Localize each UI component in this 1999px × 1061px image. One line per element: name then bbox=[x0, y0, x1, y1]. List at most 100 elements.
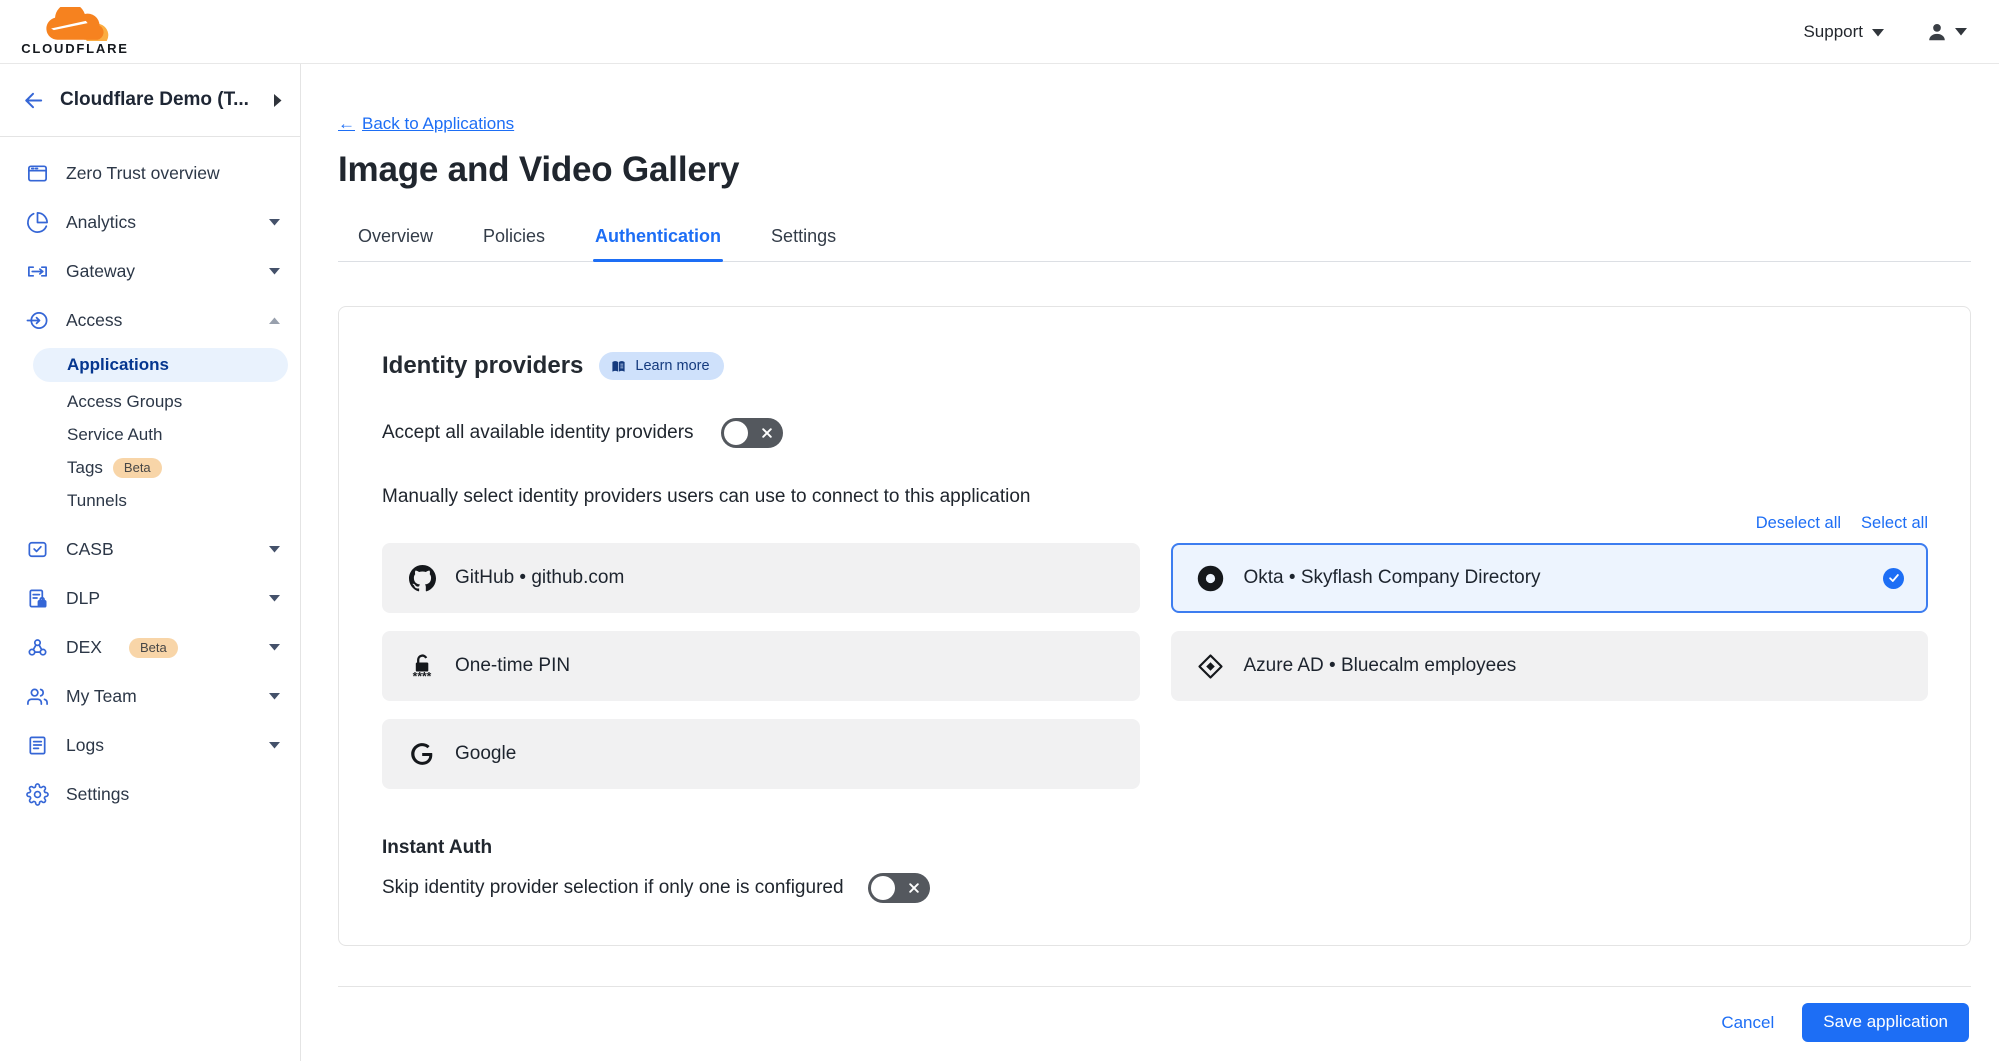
chevron-right-icon[interactable] bbox=[274, 94, 282, 107]
access-login-icon bbox=[26, 309, 49, 332]
sidebar-item-dlp[interactable]: DLP bbox=[0, 574, 300, 623]
beta-badge: Beta bbox=[113, 458, 162, 478]
document-lock-icon bbox=[26, 587, 49, 610]
back-link-label: Back to Applications bbox=[362, 114, 514, 134]
sidebar-subitem-label: Access Groups bbox=[67, 392, 182, 412]
sidebar-item-label: CASB bbox=[66, 539, 114, 560]
pie-chart-icon bbox=[26, 211, 49, 234]
sidebar-item-tunnels[interactable]: Tunnels bbox=[0, 484, 300, 517]
sidebar-item-service-auth[interactable]: Service Auth bbox=[0, 418, 300, 451]
provider-tile-github[interactable]: GitHub • github.com bbox=[382, 543, 1140, 613]
identity-providers-card: Identity providers Learn more Accept all… bbox=[338, 306, 1971, 946]
manual-select-text: Manually select identity providers users… bbox=[382, 486, 1928, 508]
provider-name: Azure AD • Bluecalm employees bbox=[1244, 655, 1517, 677]
beta-badge: Beta bbox=[129, 638, 178, 658]
footer-actions: Cancel Save application bbox=[338, 987, 1971, 1058]
learn-more-badge[interactable]: Learn more bbox=[599, 352, 723, 380]
sidebar-item-settings[interactable]: Settings bbox=[0, 770, 300, 819]
account-menu[interactable] bbox=[1926, 21, 1967, 43]
provider-name: Google bbox=[455, 743, 516, 765]
back-arrow-icon[interactable] bbox=[22, 89, 45, 112]
chevron-down-icon bbox=[269, 219, 280, 226]
sidebar-item-logs[interactable]: Logs bbox=[0, 721, 300, 770]
provider-tile-okta[interactable]: Okta • Skyflash Company Directory bbox=[1171, 543, 1929, 613]
tab-overview[interactable]: Overview bbox=[356, 216, 435, 261]
users-icon bbox=[26, 685, 49, 708]
main-content: ← Back to Applications Image and Video G… bbox=[301, 64, 1999, 1061]
instant-auth-toggle[interactable] bbox=[868, 873, 930, 903]
sidebar-item-access[interactable]: Access bbox=[0, 296, 300, 345]
gear-icon bbox=[26, 783, 49, 806]
account-name: Cloudflare Demo (T... bbox=[60, 89, 259, 111]
sidebar-item-casb[interactable]: CASB bbox=[0, 525, 300, 574]
selected-check-icon bbox=[1883, 568, 1904, 589]
google-icon bbox=[408, 739, 436, 769]
support-menu[interactable]: Support bbox=[1803, 22, 1884, 42]
svg-text:****: **** bbox=[413, 670, 432, 682]
provider-tile-google[interactable]: Google bbox=[382, 719, 1140, 789]
provider-name: Okta • Skyflash Company Directory bbox=[1244, 567, 1541, 589]
provider-tile-azure-ad[interactable]: Azure AD • Bluecalm employees bbox=[1171, 631, 1929, 701]
toggle-off-x-icon bbox=[907, 881, 921, 895]
tab-policies[interactable]: Policies bbox=[481, 216, 547, 261]
chevron-down-icon bbox=[1955, 23, 1967, 41]
chevron-down-icon bbox=[269, 693, 280, 700]
sidebar-item-label: Analytics bbox=[66, 212, 136, 233]
sidebar-item-access-groups[interactable]: Access Groups bbox=[0, 385, 300, 418]
toggle-knob bbox=[724, 421, 748, 445]
sidebar-subitem-label: Service Auth bbox=[67, 425, 162, 445]
back-to-applications-link[interactable]: ← Back to Applications bbox=[338, 114, 514, 134]
page-title: Image and Video Gallery bbox=[338, 150, 1971, 190]
cloudflare-logo[interactable]: CLOUDFLARE bbox=[16, 7, 134, 56]
card-heading: Identity providers bbox=[382, 352, 583, 380]
cancel-button[interactable]: Cancel bbox=[1721, 1013, 1774, 1033]
user-icon bbox=[1926, 21, 1948, 43]
accept-all-toggle[interactable] bbox=[721, 418, 783, 448]
network-nodes-icon bbox=[26, 636, 49, 659]
log-list-icon bbox=[26, 734, 49, 757]
access-subnav: Applications Access Groups Service Auth … bbox=[0, 348, 300, 517]
save-application-button[interactable]: Save application bbox=[1802, 1003, 1969, 1042]
tab-bar: Overview Policies Authentication Setting… bbox=[338, 216, 1971, 262]
toggle-knob bbox=[871, 876, 895, 900]
sidebar-subitem-label: Tags bbox=[67, 458, 103, 478]
accept-all-label: Accept all available identity providers bbox=[382, 422, 694, 444]
cloudflare-wordmark: CLOUDFLARE bbox=[21, 41, 129, 56]
chevron-down-icon bbox=[269, 595, 280, 602]
sidebar-item-analytics[interactable]: Analytics bbox=[0, 198, 300, 247]
sidebar-item-zero-trust-overview[interactable]: Zero Trust overview bbox=[0, 149, 300, 198]
instant-auth-heading: Instant Auth bbox=[382, 837, 1928, 859]
chevron-down-icon bbox=[269, 644, 280, 651]
chevron-down-icon bbox=[269, 546, 280, 553]
support-label: Support bbox=[1803, 22, 1863, 42]
sidebar-item-applications[interactable]: Applications bbox=[33, 348, 288, 382]
sidebar-item-tags[interactable]: Tags Beta bbox=[0, 451, 300, 484]
sidebar-item-gateway[interactable]: Gateway bbox=[0, 247, 300, 296]
sidebar-item-dex[interactable]: DEX Beta bbox=[0, 623, 300, 672]
sidebar-item-label: My Team bbox=[66, 686, 137, 707]
azure-ad-icon bbox=[1197, 651, 1225, 681]
skip-selection-label: Skip identity provider selection if only… bbox=[382, 877, 844, 899]
deselect-all-link[interactable]: Deselect all bbox=[1756, 514, 1841, 533]
chevron-down-icon bbox=[1872, 22, 1884, 42]
tab-authentication[interactable]: Authentication bbox=[593, 216, 723, 261]
tab-settings[interactable]: Settings bbox=[769, 216, 838, 261]
github-icon bbox=[408, 563, 436, 593]
sidebar-item-label: Zero Trust overview bbox=[66, 163, 220, 184]
sidebar-item-label: DEX bbox=[66, 637, 102, 658]
chevron-down-icon bbox=[269, 742, 280, 749]
sidebar-item-label: Logs bbox=[66, 735, 104, 756]
provider-name: GitHub • github.com bbox=[455, 567, 624, 589]
toggle-off-x-icon bbox=[760, 426, 774, 440]
provider-tile-one-time-pin[interactable]: **** One-time PIN bbox=[382, 631, 1140, 701]
sidebar-subitem-label: Tunnels bbox=[67, 491, 127, 511]
provider-grid: GitHub • github.com Okta • Skyflash Comp… bbox=[382, 543, 1928, 789]
learn-more-label: Learn more bbox=[635, 358, 709, 374]
sidebar-item-my-team[interactable]: My Team bbox=[0, 672, 300, 721]
browser-window-icon bbox=[26, 162, 49, 185]
select-all-link[interactable]: Select all bbox=[1861, 514, 1928, 533]
provider-name: One-time PIN bbox=[455, 655, 570, 677]
casb-check-box-icon bbox=[26, 538, 49, 561]
sidebar-item-label: Settings bbox=[66, 784, 129, 805]
back-arrow-icon: ← bbox=[338, 114, 355, 134]
